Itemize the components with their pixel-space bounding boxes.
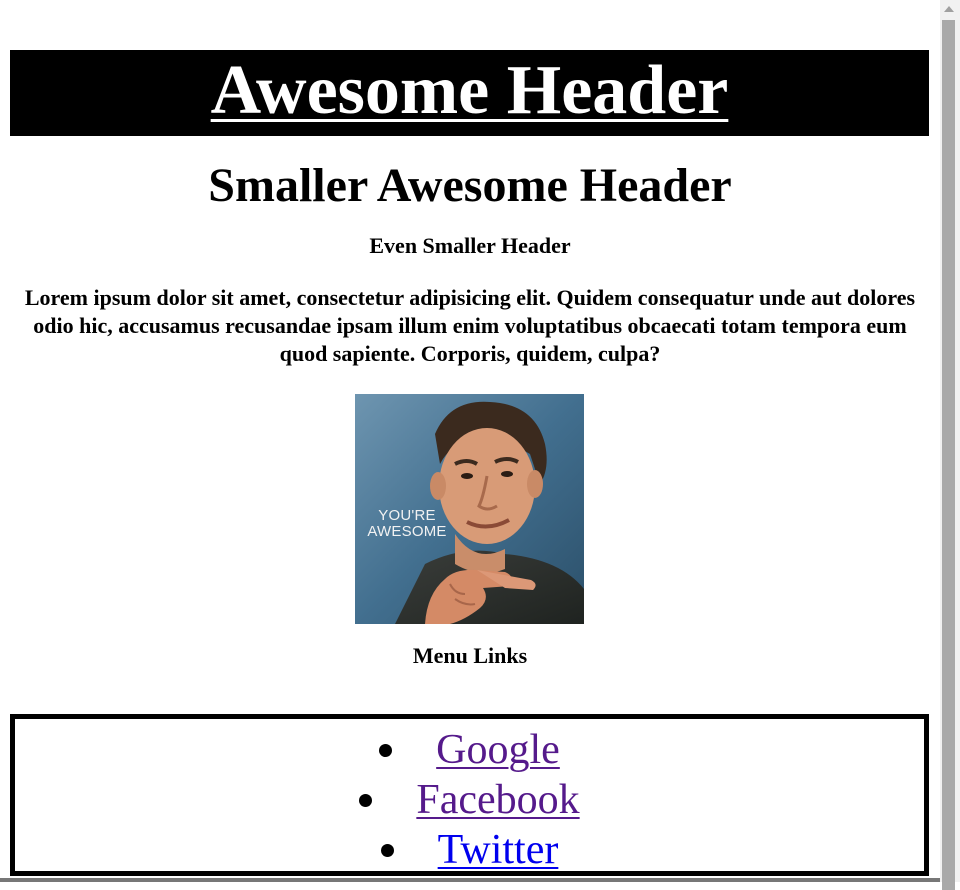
bullet-icon xyxy=(380,843,394,857)
image-caption: YOU'RE AWESOME xyxy=(361,508,453,540)
list-item: Facebook xyxy=(15,775,924,825)
scrollbar-thumb[interactable] xyxy=(942,20,955,890)
menu-links-heading: Menu Links xyxy=(412,643,528,668)
window-bottom-edge xyxy=(0,878,940,882)
google-link[interactable]: Google xyxy=(436,725,560,775)
page-title-link[interactable]: Awesome Header xyxy=(211,56,729,126)
menu-links-list: Google Facebook Twitter xyxy=(15,725,924,875)
vertical-scrollbar[interactable] xyxy=(940,0,960,890)
youre-awesome-image: YOU'RE AWESOME xyxy=(355,394,584,624)
scroll-up-arrow-icon[interactable] xyxy=(944,6,954,12)
twitter-link[interactable]: Twitter xyxy=(438,825,559,875)
bullet-icon xyxy=(379,743,393,757)
image-caption-line1: YOU'RE xyxy=(378,507,436,524)
even-smaller-header: Even Smaller Header xyxy=(369,233,571,258)
facebook-link[interactable]: Facebook xyxy=(416,775,579,825)
menu-links-box: Google Facebook Twitter xyxy=(10,714,929,876)
image-caption-line2: AWESOME xyxy=(367,523,447,540)
lorem-paragraph: Lorem ipsum dolor sit amet, consectetur … xyxy=(24,285,916,366)
smaller-header: Smaller Awesome Header xyxy=(208,159,732,212)
list-item: Twitter xyxy=(15,825,924,875)
bullet-icon xyxy=(359,793,373,807)
page-viewport: Awesome Header Smaller Awesome Header Ev… xyxy=(0,0,940,882)
page-header-banner: Awesome Header xyxy=(10,50,929,136)
list-item: Google xyxy=(15,725,924,775)
